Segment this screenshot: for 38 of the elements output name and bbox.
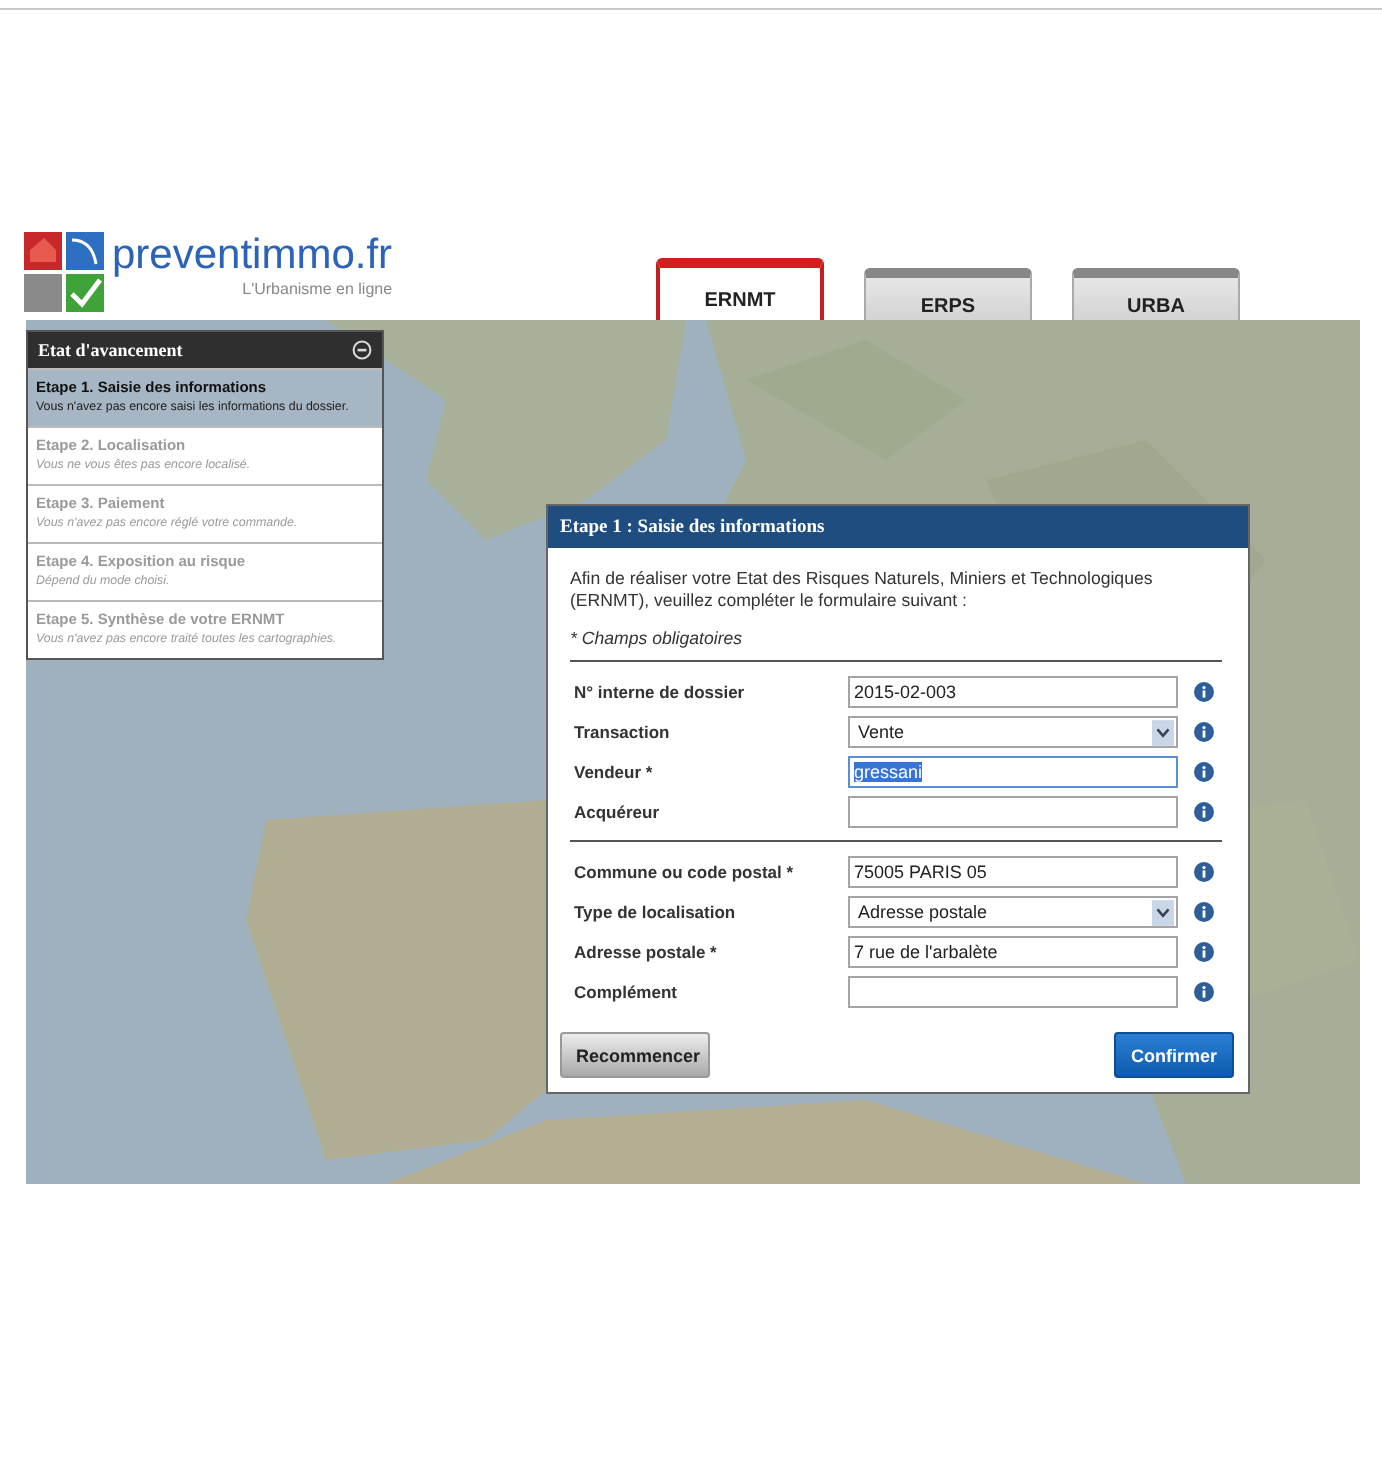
info-icon[interactable] [1194, 802, 1214, 822]
required-note: * Champs obligatoires [570, 628, 745, 652]
input-field[interactable] [848, 796, 1178, 828]
info-icon[interactable] [1194, 762, 1214, 782]
field-label: Acquéreur [572, 802, 662, 822]
input-field[interactable]: 75005 PARIS 05 [848, 856, 1178, 888]
select-value: Adresse postale [858, 902, 988, 922]
dropdown-icon[interactable] [1152, 719, 1174, 745]
info-icon[interactable] [1194, 722, 1214, 742]
select-field[interactable]: Vente [848, 716, 1178, 748]
logo-icon [24, 232, 104, 312]
logo-tagline: L'Urbanisme en ligne [242, 280, 393, 298]
input-field[interactable]: gressani [848, 756, 1178, 788]
info-icon[interactable] [1194, 862, 1214, 882]
dropdown-icon[interactable] [1152, 899, 1174, 925]
select-field[interactable]: Adresse postale [848, 896, 1178, 928]
dialog-title: Etape 1 : Saisie des informations [560, 517, 825, 537]
field-label: Complément [572, 982, 679, 1002]
info-icon[interactable] [1194, 942, 1214, 962]
logo-name: preventimmo.fr [112, 232, 393, 280]
confirm-button[interactable]: Confirmer [1114, 1032, 1234, 1078]
input-field[interactable]: 7 rue de l'arbalète [848, 936, 1178, 968]
collapse-icon[interactable] [352, 340, 372, 360]
input-field[interactable] [848, 976, 1178, 1008]
info-icon[interactable] [1194, 982, 1214, 1002]
info-icon[interactable] [1194, 902, 1214, 922]
field-label: Transaction [572, 722, 672, 742]
field-label: Commune ou code postal * [572, 862, 796, 882]
field-label: Vendeur * [572, 762, 655, 782]
input-field[interactable]: 2015-02-003 [848, 676, 1178, 708]
intro-text: Afin de réaliser votre Etat des Risques Naturels, Miniers et Technologiques (ERNMT), veuillez compléter le formulaire suivant : [570, 568, 1155, 612]
field-label: Type de localisation [572, 902, 738, 922]
select-value: Vente [858, 722, 905, 742]
field-label: N° interne de dossier [572, 682, 747, 702]
field-label: Adresse postale * [572, 942, 719, 962]
info-icon[interactable] [1194, 682, 1214, 702]
panel-title: Etat d'avancement [38, 340, 183, 360]
restart-button[interactable]: Recommencer [560, 1032, 710, 1078]
